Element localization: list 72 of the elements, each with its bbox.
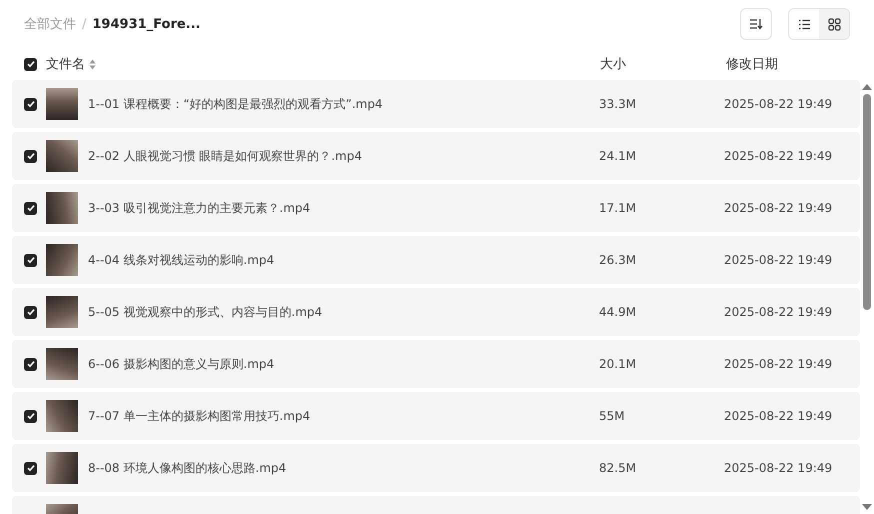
photo-placeholder bbox=[46, 452, 78, 484]
modified-date: 2025-08-22 19:49 bbox=[724, 409, 832, 423]
file-row[interactable]: 7--07 单一主体的摄影构图常用技巧.mp4 55M 2025-08-22 19:49 bbox=[12, 392, 860, 440]
checkmark-icon bbox=[26, 308, 34, 316]
scrollbar-thumb[interactable] bbox=[863, 94, 871, 310]
modified-date: 2025-08-22 19:49 bbox=[724, 305, 832, 319]
row-checkbox[interactable] bbox=[24, 202, 37, 214]
breadcrumb-separator: / bbox=[82, 16, 86, 32]
scroll-up-icon[interactable] bbox=[862, 84, 872, 90]
row-checkbox[interactable] bbox=[24, 410, 37, 422]
file-row[interactable]: 1--01 课程概要：“好的构图是最强烈的观看方式”.mp4 33.3M 2025-08-22 19:49 bbox=[12, 80, 860, 128]
row-checkbox[interactable] bbox=[24, 254, 37, 266]
file-size: 44.9M bbox=[599, 305, 638, 319]
scroll-down-icon[interactable] bbox=[862, 504, 872, 510]
modified-date: 2025-08-22 19:49 bbox=[724, 357, 832, 371]
checkmark-icon bbox=[26, 100, 34, 108]
list-icon bbox=[798, 18, 810, 30]
file-size: 24.1M bbox=[599, 149, 638, 163]
row-checkbox[interactable] bbox=[24, 358, 37, 370]
file-row[interactable]: 5--05 视觉观察中的形式、内容与目的.mp4 44.9M 2025-08-22 19:49 bbox=[12, 288, 860, 336]
date-column-header[interactable]: 修改日期 bbox=[726, 55, 778, 73]
checkmark-icon bbox=[26, 256, 34, 264]
row-checkbox[interactable] bbox=[24, 462, 37, 474]
file-row[interactable]: 6--06 摄影构图的意义与原则.mp4 20.1M 2025-08-22 19:49 bbox=[12, 340, 860, 388]
breadcrumb-item: 194931_Fore... bbox=[92, 16, 200, 32]
file-name: 8--08 环境人像构图的核心思路.mp4 bbox=[88, 460, 288, 476]
file-size: 20.1M bbox=[599, 357, 638, 371]
photo-placeholder bbox=[46, 140, 78, 172]
file-name: 2--02 人眼视觉习惯 眼睛是如何观察世界的？.mp4 bbox=[88, 148, 363, 164]
file-row[interactable]: 4--04 线条对视线运动的影响.mp4 26.3M 2025-08-22 19:49 bbox=[12, 236, 860, 284]
checkmark-icon bbox=[26, 204, 34, 212]
sort-lines-icon bbox=[749, 18, 763, 30]
modified-date: 2025-08-22 19:49 bbox=[724, 461, 832, 475]
file-size: 26.3M bbox=[599, 253, 638, 267]
file-row[interactable]: 2--02 人眼视觉习惯 眼睛是如何观察世界的？.mp4 24.1M 2025-08-22 19:49 bbox=[12, 132, 860, 180]
checkmark-icon bbox=[26, 60, 34, 68]
row-checkbox[interactable] bbox=[24, 98, 37, 110]
name-column-header[interactable]: 文件名 bbox=[46, 55, 85, 73]
sort-arrows-icon bbox=[89, 58, 96, 70]
select-all-checkbox[interactable] bbox=[24, 58, 37, 70]
file-name: 1--01 课程概要：“好的构图是最强烈的观看方式”.mp4 bbox=[88, 96, 384, 112]
photo-placeholder bbox=[46, 192, 78, 224]
sort-button[interactable] bbox=[740, 8, 772, 40]
file-name: 5--05 视觉观察中的形式、内容与目的.mp4 bbox=[88, 304, 324, 320]
photo-placeholder bbox=[46, 296, 78, 328]
row-checkbox[interactable] bbox=[24, 306, 37, 318]
grid-view-button[interactable] bbox=[819, 9, 849, 39]
modified-date: 2025-08-22 19:49 bbox=[724, 201, 832, 215]
photo-placeholder bbox=[46, 400, 78, 432]
photo-placeholder bbox=[46, 348, 78, 380]
file-name: 7--07 单一主体的摄影构图常用技巧.mp4 bbox=[88, 408, 312, 424]
grid-icon bbox=[828, 18, 840, 30]
file-row[interactable]: 3--03 吸引视觉注意力的主要元素？.mp4 17.1M 2025-08-22 19:49 bbox=[12, 184, 860, 232]
file-name: 6--06 摄影构图的意义与原则.mp4 bbox=[88, 356, 276, 372]
file-name: 3--03 吸引视觉注意力的主要元素？.mp4 bbox=[88, 200, 312, 216]
checkmark-icon bbox=[26, 412, 34, 420]
photo-placeholder bbox=[46, 88, 78, 120]
checkmark-icon bbox=[26, 464, 34, 472]
checkmark-icon bbox=[26, 360, 34, 368]
file-name: 4--04 线条对视线运动的影响.mp4 bbox=[88, 252, 276, 268]
file-row[interactable]: 8--08 环境人像构图的核心思路.mp4 82.5M 2025-08-22 19:49 bbox=[12, 444, 860, 492]
file-size: 17.1M bbox=[599, 201, 638, 215]
checkmark-icon bbox=[26, 152, 34, 160]
modified-date: 2025-08-22 19:49 bbox=[724, 253, 832, 267]
photo-placeholder bbox=[46, 244, 78, 276]
file-size: 82.5M bbox=[599, 461, 638, 475]
modified-date: 2025-08-22 19:49 bbox=[724, 97, 832, 111]
file-size: 55M bbox=[599, 409, 626, 423]
file-size: 33.3M bbox=[599, 97, 638, 111]
row-checkbox[interactable] bbox=[24, 150, 37, 162]
modified-date: 2025-08-22 19:49 bbox=[724, 149, 832, 163]
size-column-header[interactable]: 大小 bbox=[600, 55, 726, 73]
